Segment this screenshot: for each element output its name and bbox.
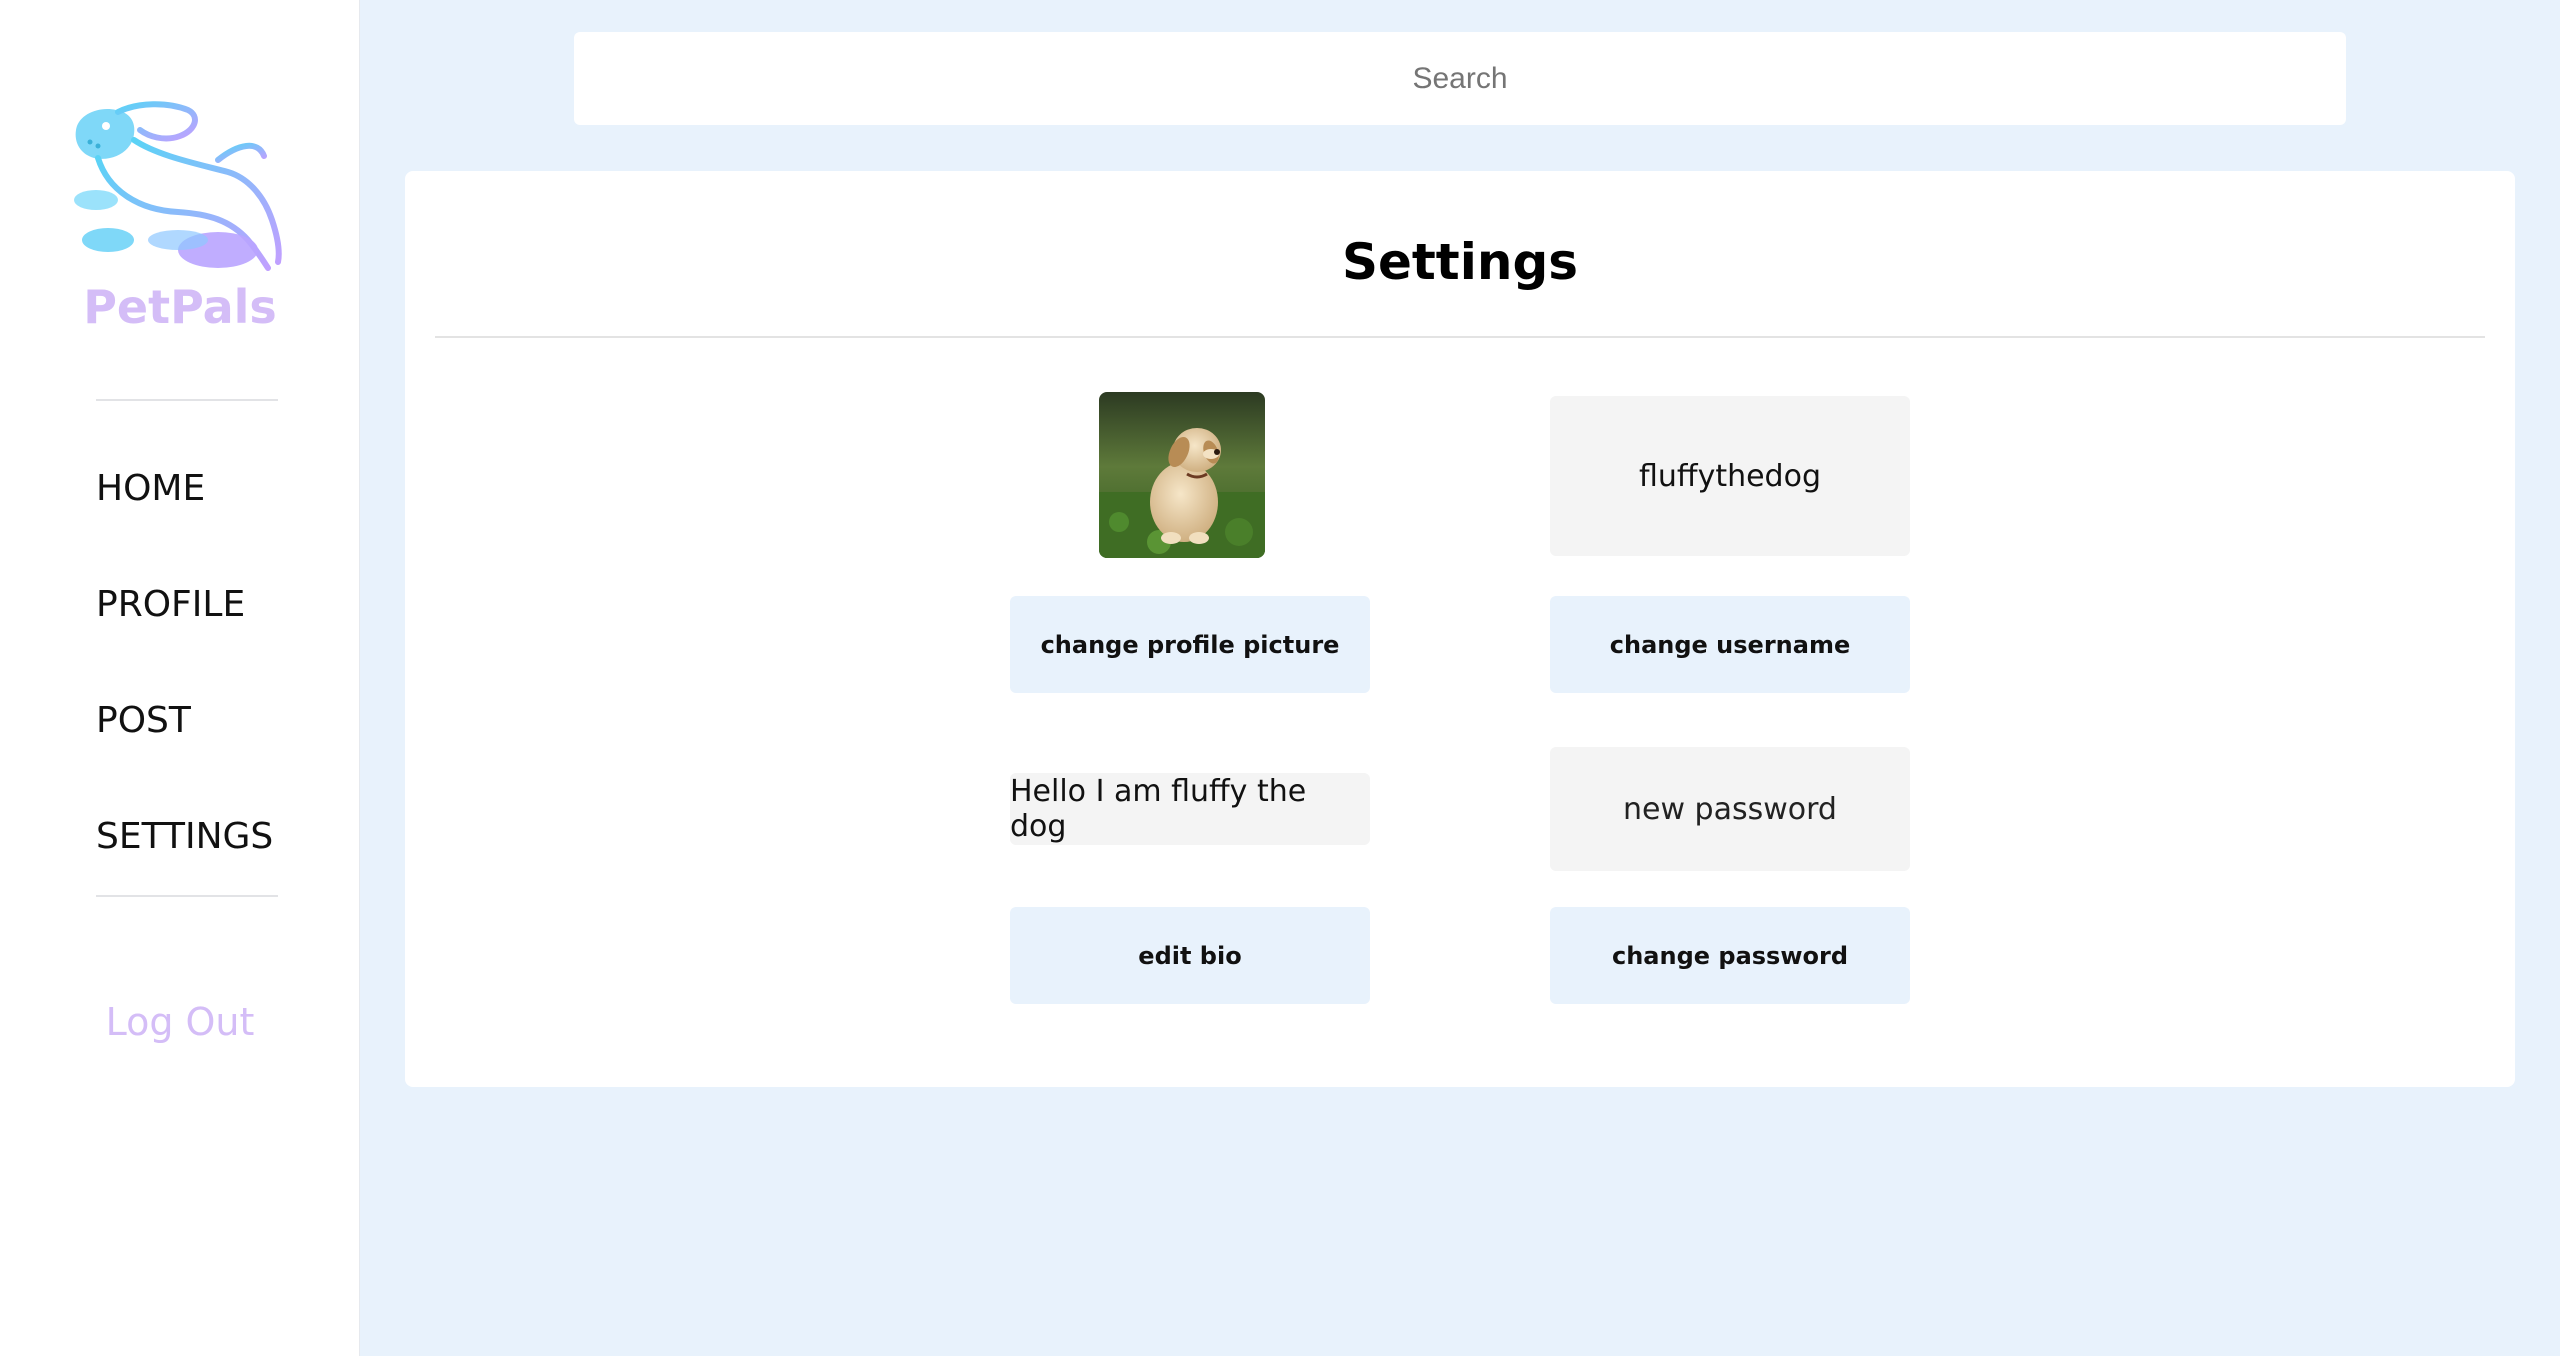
- sidebar: PetPals HOME PROFILE POST SETTINGS Log O…: [0, 0, 360, 1356]
- nav-item-home[interactable]: HOME: [96, 468, 205, 509]
- nav-divider-top: [96, 399, 278, 401]
- nav-item-settings[interactable]: SETTINGS: [96, 816, 273, 857]
- search-input[interactable]: [574, 32, 2346, 125]
- new-password-field[interactable]: new password: [1550, 747, 1910, 871]
- brand-logo[interactable]: PetPals: [62, 100, 292, 340]
- change-password-button[interactable]: change password: [1550, 907, 1910, 1004]
- profile-picture: [1099, 392, 1265, 558]
- nav-item-profile[interactable]: PROFILE: [96, 584, 245, 625]
- bio-field[interactable]: Hello I am fluffy the dog: [1010, 773, 1370, 845]
- settings-card: Settings fluffythedog change profile pic…: [405, 171, 2515, 1087]
- nav-divider-bottom: [96, 895, 278, 897]
- puppy-photo-image: [1099, 392, 1265, 558]
- username-field[interactable]: fluffythedog: [1550, 396, 1910, 556]
- edit-bio-button[interactable]: edit bio: [1010, 907, 1370, 1004]
- change-username-button[interactable]: change username: [1550, 596, 1910, 693]
- page-title: Settings: [1341, 233, 1578, 291]
- title-divider: [435, 336, 2485, 338]
- brand-name: PetPals: [83, 280, 277, 334]
- change-profile-picture-button[interactable]: change profile picture: [1010, 596, 1370, 693]
- nav-item-post[interactable]: POST: [96, 700, 191, 741]
- dog-logo-icon: [74, 101, 282, 271]
- logout-link[interactable]: Log Out: [0, 1000, 360, 1044]
